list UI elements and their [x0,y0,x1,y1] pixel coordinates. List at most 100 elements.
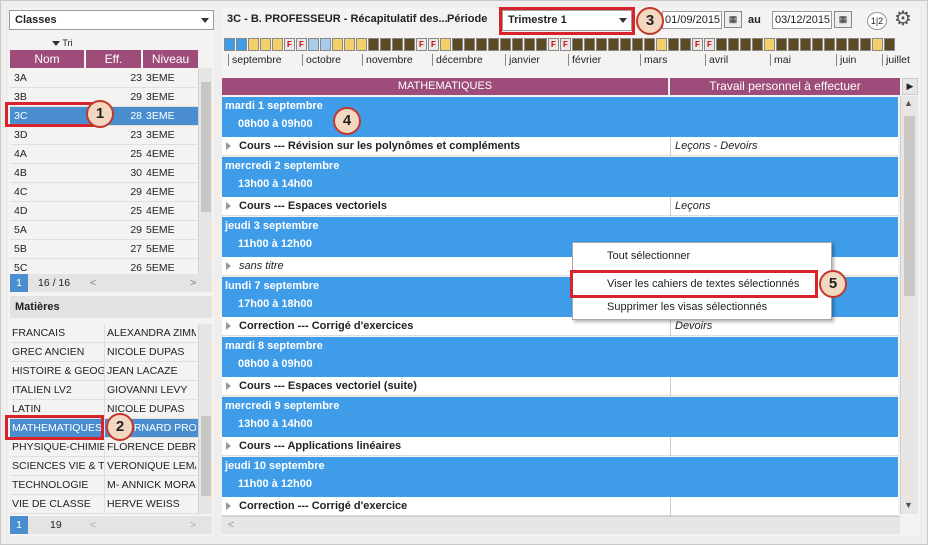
table-row[interactable]: VIE DE CLASSE HERVE WEISS [10,495,198,514]
table-row[interactable]: 4A 25 4EME [10,145,198,164]
table-row[interactable]: HISTOIRE & GEOG JEAN LACAZE [10,362,198,381]
week-cell[interactable] [344,38,355,51]
table-row[interactable]: 4B 30 4EME [10,164,198,183]
week-cell[interactable] [872,38,883,51]
week-cell[interactable] [464,38,475,51]
day-header[interactable]: mercredi 2 septembre 13h00 à 14h00 [222,157,898,197]
week-cell[interactable] [476,38,487,51]
scroll-down-icon[interactable]: ▼ [904,500,913,510]
expand-icon[interactable] [226,142,231,150]
table-row[interactable]: 4C 29 4EME [10,183,198,202]
table-row[interactable]: 3A 23 3EME [10,69,198,88]
table-row[interactable]: 4D 25 4EME [10,202,198,221]
col-header-niveau[interactable]: Niveau [142,50,198,68]
classes-scrollbar[interactable] [198,68,212,274]
scroll-right-icon[interactable]: ▶ [902,78,918,95]
week-cell[interactable]: F [428,38,439,51]
week-cell[interactable] [752,38,763,51]
week-cell[interactable] [608,38,619,51]
expand-icon[interactable] [226,322,231,330]
gear-icon[interactable]: ⚙ [894,9,912,29]
week-cell[interactable] [512,38,523,51]
calendar-icon[interactable]: ▦ [724,11,742,28]
expand-icon[interactable] [226,502,231,510]
week-cell[interactable] [500,38,511,51]
week-cell[interactable] [764,38,775,51]
menu-item-select-all[interactable]: Tout sélectionner [607,250,690,262]
scrollbar-thumb[interactable] [201,82,211,212]
list-hscrollbar[interactable]: < [222,516,900,534]
col-header-subject[interactable]: MATHEMATIQUES [222,78,668,95]
day-header[interactable]: mercredi 9 septembre 13h00 à 14h00 [222,397,898,437]
lesson-row[interactable]: Cours --- Révision sur les polynômes et … [222,137,898,156]
week-cell[interactable] [308,38,319,51]
lesson-row[interactable]: Correction --- Corrigé d'exercice [222,497,898,516]
week-cell[interactable] [716,38,727,51]
day-header[interactable]: mardi 1 septembre 08h00 à 09h00 [222,97,898,137]
week-cell[interactable] [776,38,787,51]
scroll-left-icon[interactable]: < [90,516,96,534]
week-cell[interactable] [224,38,235,51]
scroll-up-icon[interactable]: ▲ [904,98,913,108]
week-cell[interactable] [644,38,655,51]
scrollbar-thumb[interactable] [201,416,211,496]
menu-item-delete-visas[interactable]: Supprimer les visas sélectionnés [607,301,767,313]
week-cell[interactable]: F [692,38,703,51]
week-cell[interactable] [440,38,451,51]
week-cell[interactable] [260,38,271,51]
week-cell[interactable] [536,38,547,51]
lesson-row[interactable]: Cours --- Espaces vectoriel (suite) [222,377,898,396]
week-cell[interactable] [380,38,391,51]
lesson-row[interactable]: Cours --- Applications linéaires [222,437,898,456]
week-cell[interactable]: F [548,38,559,51]
lesson-row[interactable]: Cours --- Espaces vectoriels Leçons [222,197,898,216]
scroll-left-icon[interactable]: < [90,274,96,292]
week-cell[interactable] [236,38,247,51]
week-cell[interactable] [632,38,643,51]
col-header-nom[interactable]: Nom [10,50,84,68]
week-cell[interactable] [488,38,499,51]
expand-icon[interactable] [226,382,231,390]
week-cell[interactable] [620,38,631,51]
week-cell[interactable] [812,38,823,51]
table-row[interactable]: TECHNOLOGIE M- ANNICK MORAI [10,476,198,495]
week-cell[interactable] [320,38,331,51]
week-cell[interactable]: F [560,38,571,51]
list-scrollbar[interactable]: ▲ ▼ [900,96,918,514]
matieres-scrollbar[interactable] [198,324,212,514]
week-cell[interactable]: F [284,38,295,51]
week-cell[interactable] [848,38,859,51]
col-header-work[interactable]: Travail personnel à effectuer [670,78,900,95]
week-cell[interactable] [368,38,379,51]
day-header[interactable]: mardi 8 septembre 08h00 à 09h00 [222,337,898,377]
date-to-input[interactable]: 03/12/2015 [772,11,832,29]
table-row[interactable]: SCIENCES VIE & T VERONIQUE LEMA [10,457,198,476]
week-cell[interactable] [524,38,535,51]
expand-icon[interactable] [226,262,231,270]
week-cell[interactable] [656,38,667,51]
week-cell[interactable]: F [416,38,427,51]
week-cell[interactable] [740,38,751,51]
week-cell[interactable] [272,38,283,51]
col-header-eff[interactable]: Eff. [85,50,141,68]
week-cell[interactable] [332,38,343,51]
week-cell[interactable] [356,38,367,51]
week-cell[interactable] [452,38,463,51]
week-cell[interactable] [884,38,895,51]
scrollbar-thumb[interactable] [904,116,915,296]
week-cell[interactable] [728,38,739,51]
table-row[interactable]: GREC ANCIEN NICOLE DUPAS [10,343,198,362]
table-row[interactable]: PHYSIQUE-CHIMIE FLORENCE DEBRA [10,438,198,457]
expand-icon[interactable] [226,202,231,210]
week-cell[interactable] [404,38,415,51]
table-row[interactable]: 3D 23 3EME [10,126,198,145]
week-cell[interactable] [248,38,259,51]
week-cell[interactable] [584,38,595,51]
scroll-right-icon[interactable]: > [190,516,196,534]
split-view-icon[interactable]: 1|2 [867,12,887,30]
week-cell[interactable] [824,38,835,51]
date-from-input[interactable]: 01/09/2015 [662,11,722,29]
table-row[interactable]: 5B 27 5EME [10,240,198,259]
day-header[interactable]: jeudi 10 septembre 11h00 à 12h00 [222,457,898,497]
week-cell[interactable] [680,38,691,51]
